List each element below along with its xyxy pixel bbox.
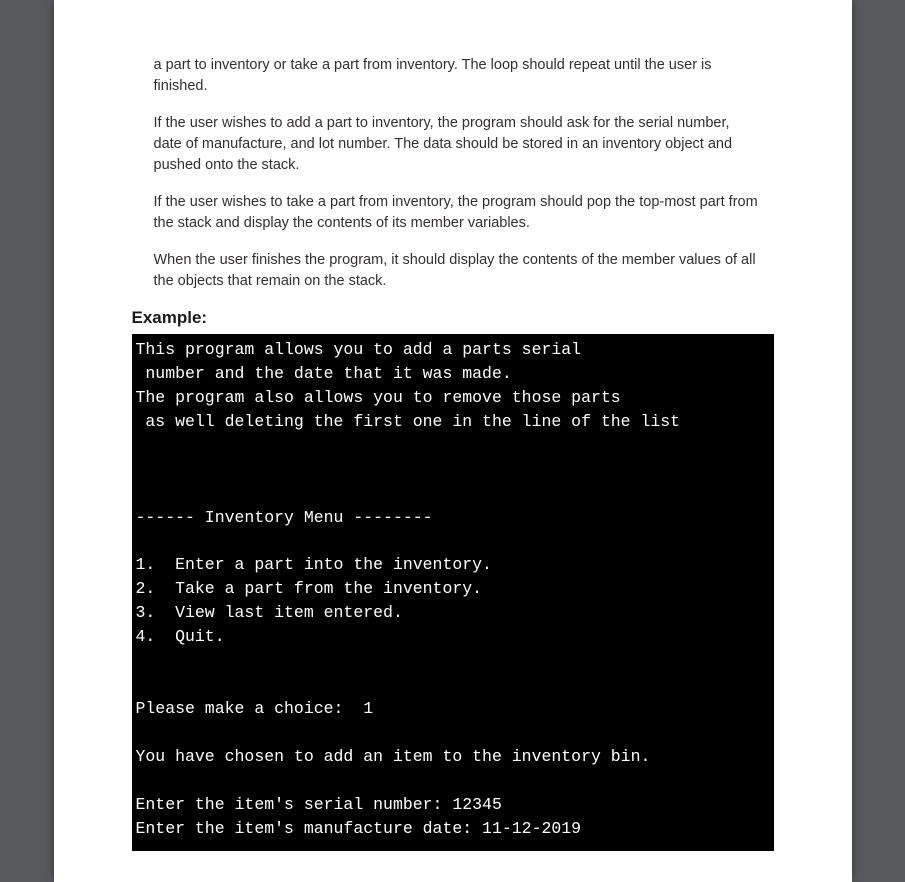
document-page: a part to inventory or take a part from …	[54, 0, 852, 882]
paragraph-3: If the user wishes to take a part from i…	[154, 192, 762, 234]
paragraph-4: When the user finishes the program, it s…	[154, 250, 762, 292]
example-heading: Example:	[132, 308, 762, 328]
console-output: This program allows you to add a parts s…	[132, 334, 774, 850]
paragraph-2: If the user wishes to add a part to inve…	[154, 113, 762, 176]
paragraph-1: a part to inventory or take a part from …	[154, 55, 762, 97]
